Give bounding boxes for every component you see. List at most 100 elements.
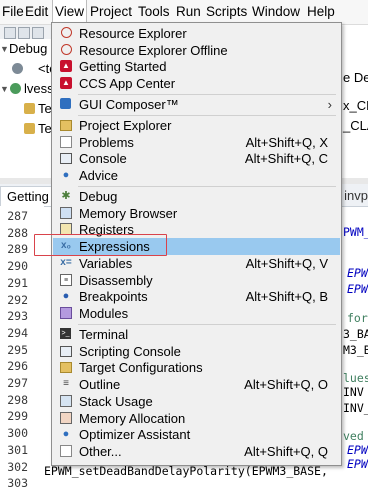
- toolbar-icon[interactable]: [4, 27, 16, 39]
- code-fragment: PWM_: [343, 225, 368, 239]
- gui-composer-icon: [60, 98, 71, 109]
- menu-item-label: Problems: [79, 134, 134, 150]
- menu-window[interactable]: Window: [252, 0, 300, 24]
- ti-logo-icon: ▲: [60, 60, 72, 73]
- tree-label: Debug: [9, 41, 48, 56]
- menu-item-label: GUI Composer™: [79, 97, 179, 112]
- line-number: 297: [7, 376, 28, 390]
- menu-item-label: Resource Explorer: [79, 26, 187, 41]
- menu-item-resource-explorer[interactable]: Resource Explorer: [53, 25, 340, 42]
- view-toolbar: [0, 25, 52, 39]
- breakpoints-icon: ●: [62, 290, 70, 303]
- menu-item-optimizer-assistant[interactable]: ● Optimizer Assistant: [53, 426, 340, 443]
- menu-item-breakpoints[interactable]: ● Breakpoints Alt+Shift+Q, B: [53, 288, 340, 305]
- debug-text: e De: [343, 70, 368, 85]
- menu-item-ccs-app-center[interactable]: ▲ CCS App Center: [53, 75, 340, 92]
- line-number: 293: [7, 309, 28, 324]
- menu-item-other[interactable]: Other... Alt+Shift+Q, Q: [53, 443, 340, 460]
- menu-item-label: Debug: [79, 189, 118, 204]
- menu-file[interactable]: File: [2, 0, 24, 24]
- menu-item-label: Modules: [79, 305, 129, 321]
- debug-icon: ✱: [61, 190, 71, 202]
- menu-item-shortcut: Alt+Shift+Q, Q: [244, 443, 328, 459]
- line-number: 298: [7, 392, 28, 407]
- menu-item-target-configurations[interactable]: Target Configurations: [53, 359, 340, 376]
- menu-item-shortcut: Alt+Shift+Q, B: [245, 289, 328, 305]
- menu-item-memory-allocation[interactable]: Memory Allocation: [53, 410, 340, 427]
- menu-separator: [78, 115, 336, 116]
- menu-item-variables[interactable]: x= Variables Alt+Shift+Q, V: [53, 255, 340, 272]
- chevron-down-icon[interactable]: ▼: [0, 80, 9, 98]
- disassembly-icon: ≡: [60, 273, 72, 286]
- tree-label: lvess: [24, 81, 54, 96]
- menu-item-shortcut: Alt+Shift+Q, C: [244, 151, 328, 167]
- menu-item-advice[interactable]: ● Advice: [53, 167, 340, 184]
- menu-run[interactable]: Run: [176, 0, 201, 24]
- chevron-down-icon[interactable]: ▼: [0, 40, 9, 58]
- line-number: 288: [7, 225, 28, 240]
- code-fragment: EPW: [347, 266, 368, 280]
- line-number: 291: [7, 275, 28, 290]
- console-icon: [60, 153, 72, 165]
- compass-icon: [61, 27, 72, 38]
- menu-item-modules[interactable]: Modules: [53, 305, 340, 322]
- optimizer-assistant-icon: ●: [62, 428, 70, 441]
- code-fragment: EPW: [347, 282, 368, 296]
- menu-item-label: Memory Allocation: [79, 410, 186, 426]
- menu-item-disassembly[interactable]: ≡ Disassembly: [53, 272, 340, 289]
- line-number: 290: [7, 259, 28, 274]
- menu-item-stack-usage[interactable]: Stack Usage: [53, 393, 340, 410]
- variables-icon: x=: [60, 256, 72, 268]
- other-views-icon: [60, 444, 72, 457]
- thread-icon: [24, 103, 35, 114]
- problems-icon: [60, 135, 72, 148]
- menu-item-problems[interactable]: Problems Alt+Shift+Q, X: [53, 134, 340, 151]
- advice-icon: ●: [62, 169, 70, 182]
- code-fragment: 3_BA: [343, 327, 368, 341]
- tab-getting-started[interactable]: Getting: [0, 186, 52, 206]
- menu-item-terminal[interactable]: >_ Terminal: [53, 326, 340, 343]
- menu-item-debug[interactable]: ✱ Debug: [53, 188, 340, 205]
- code-fragment: INV: [343, 385, 364, 399]
- toolbar-icon[interactable]: [18, 27, 30, 39]
- menu-item-label: Other...: [79, 443, 122, 459]
- code-fragment: INV_: [343, 401, 368, 415]
- menu-view[interactable]: View: [52, 0, 88, 24]
- menu-item-console[interactable]: Console Alt+Shift+Q, C: [53, 150, 340, 167]
- menu-item-project-explorer[interactable]: Project Explorer: [53, 117, 340, 134]
- line-number: 292: [7, 292, 28, 307]
- app-center-icon: ▲: [60, 77, 72, 90]
- menu-item-gui-composer[interactable]: GUI Composer™ ›: [53, 96, 340, 113]
- menu-item-memory-browser[interactable]: Memory Browser: [53, 205, 340, 222]
- line-number: 302: [7, 459, 28, 474]
- menu-item-resource-explorer-offline[interactable]: Resource Explorer Offline: [53, 42, 340, 59]
- menu-item-label: Advice: [79, 168, 119, 184]
- tree-label: Te: [38, 121, 52, 136]
- menu-scripts[interactable]: Scripts: [206, 0, 247, 24]
- code-fragment: for: [347, 311, 368, 325]
- toolbar-icon[interactable]: [32, 27, 44, 39]
- menu-item-getting-started[interactable]: ▲ Getting Started: [53, 58, 340, 75]
- annotation-highlight-box: [34, 234, 167, 256]
- menu-item-label: Optimizer Assistant: [79, 427, 191, 443]
- line-number: 300: [7, 426, 28, 441]
- debug-text: x_CF: [343, 98, 368, 113]
- menu-tools[interactable]: Tools: [138, 0, 170, 24]
- line-number: 295: [7, 342, 28, 357]
- line-number: 299: [7, 409, 28, 424]
- menu-item-scripting-console[interactable]: Scripting Console: [53, 343, 340, 360]
- menu-item-outline[interactable]: ≡ Outline Alt+Shift+Q, O: [53, 376, 340, 393]
- menu-item-label: Memory Browser: [79, 205, 178, 221]
- line-number: 296: [7, 359, 28, 374]
- menu-item-label: Disassembly: [79, 272, 153, 288]
- menu-separator: [78, 186, 336, 187]
- menu-item-label: Outline: [79, 377, 121, 393]
- menu-separator: [78, 324, 336, 325]
- menu-item-label: CCS App Center: [79, 76, 176, 92]
- menu-item-label: Stack Usage: [79, 393, 153, 409]
- menu-help[interactable]: Help: [307, 0, 335, 24]
- menu-project[interactable]: Project: [90, 0, 132, 24]
- menu-edit[interactable]: Edit: [25, 0, 48, 24]
- menu-item-label: Resource Explorer Offline: [79, 42, 228, 58]
- memory-browser-icon: [60, 206, 72, 219]
